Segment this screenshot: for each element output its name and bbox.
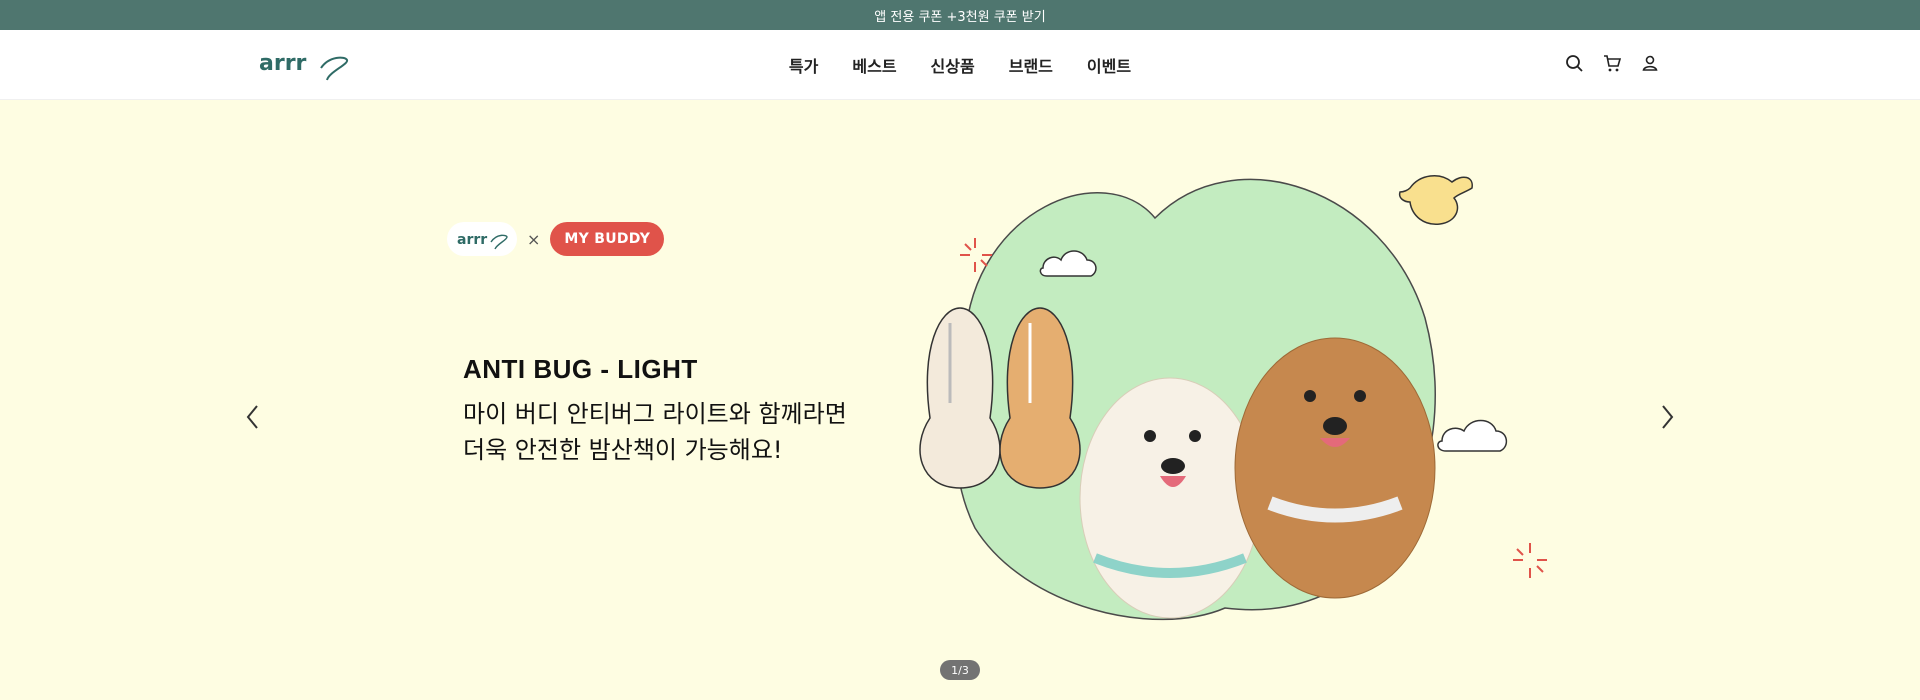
hero-description: 마이 버디 안티버그 라이트와 함께라면 더욱 안전한 밤산책이 가능해요! <box>463 396 847 468</box>
collab-separator: × <box>527 229 541 249</box>
svg-text:arrr: arrr <box>457 232 487 248</box>
desc-line-1: 마이 버디 안티버그 라이트와 함께라면 <box>463 400 847 428</box>
nav-item-special[interactable]: 특가 <box>789 53 818 77</box>
hero-banner[interactable]: arrr × MY BUDDY ANTI BUG - LIGHT 마이 버디 안… <box>0 100 1920 700</box>
hero-illustration <box>905 168 1565 638</box>
slide-pager: 1/3 <box>940 660 980 680</box>
desc-line-2: 더욱 안전한 밤산책이 가능해요! <box>463 436 783 464</box>
nav-item-best[interactable]: 베스트 <box>852 53 896 77</box>
bird-icon <box>1398 175 1473 225</box>
chevron-right-icon[interactable] <box>1657 402 1677 432</box>
dog-brown-illustration <box>1234 337 1436 599</box>
header-icons <box>1564 53 1660 73</box>
search-icon[interactable] <box>1564 53 1584 73</box>
promo-text[interactable]: 앱 전용 쿠폰 +3천원 쿠폰 받기 <box>874 6 1045 25</box>
nav-item-brand[interactable]: 브랜드 <box>1009 53 1053 77</box>
chevron-left-icon[interactable] <box>243 402 263 432</box>
arrr-badge: arrr <box>447 222 517 256</box>
dog-white-illustration <box>1079 377 1261 619</box>
sparkle-icon-2 <box>1513 543 1547 578</box>
collab-badge: arrr × MY BUDDY <box>447 222 665 256</box>
cloud-icon-2 <box>1437 419 1508 452</box>
cart-icon[interactable] <box>1602 53 1622 73</box>
mybuddy-badge: MY BUDDY <box>550 222 665 256</box>
hero-headline: ANTI BUG - LIGHT <box>463 354 698 384</box>
promo-topbar[interactable]: 앱 전용 쿠폰 +3천원 쿠폰 받기 <box>0 0 1920 30</box>
site-header: arrr 특가 베스트 신상품 브랜드 이벤트 <box>0 30 1920 100</box>
user-icon[interactable] <box>1640 53 1660 73</box>
nav-item-event[interactable]: 이벤트 <box>1087 53 1131 77</box>
nav-item-new[interactable]: 신상품 <box>931 53 975 77</box>
